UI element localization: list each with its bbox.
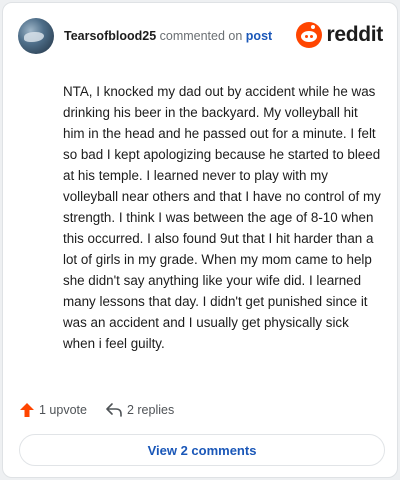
avatar[interactable] bbox=[18, 18, 54, 54]
comment-body: NTA, I knocked my dad out by accident wh… bbox=[63, 84, 381, 351]
comment-meta: Tearsofblood25 commented on post bbox=[64, 29, 272, 43]
commented-text: commented on bbox=[156, 29, 246, 43]
upvote-button[interactable]: 1 upvote bbox=[19, 402, 87, 418]
replies-count: 2 replies bbox=[126, 403, 175, 417]
post-link[interactable]: post bbox=[246, 29, 272, 43]
username-link[interactable]: Tearsofblood25 bbox=[64, 29, 156, 43]
reddit-logo[interactable]: reddit bbox=[296, 21, 383, 49]
replies-button[interactable]: 2 replies bbox=[105, 402, 174, 418]
upvote-arrow-icon bbox=[20, 403, 34, 417]
reply-arrow-icon bbox=[106, 403, 122, 417]
logo-text: reddit bbox=[326, 23, 383, 46]
reddit-snoo-icon bbox=[296, 22, 323, 48]
comment-header: Tearsofblood25 commented on post reddit bbox=[18, 17, 383, 57]
view-comments-button[interactable]: View 2 comments bbox=[19, 434, 385, 466]
comment-actions: 1 upvote 2 replies bbox=[19, 400, 192, 420]
upvote-count: 1 upvote bbox=[39, 403, 87, 417]
comment-card: Tearsofblood25 commented on post reddit … bbox=[2, 2, 398, 478]
